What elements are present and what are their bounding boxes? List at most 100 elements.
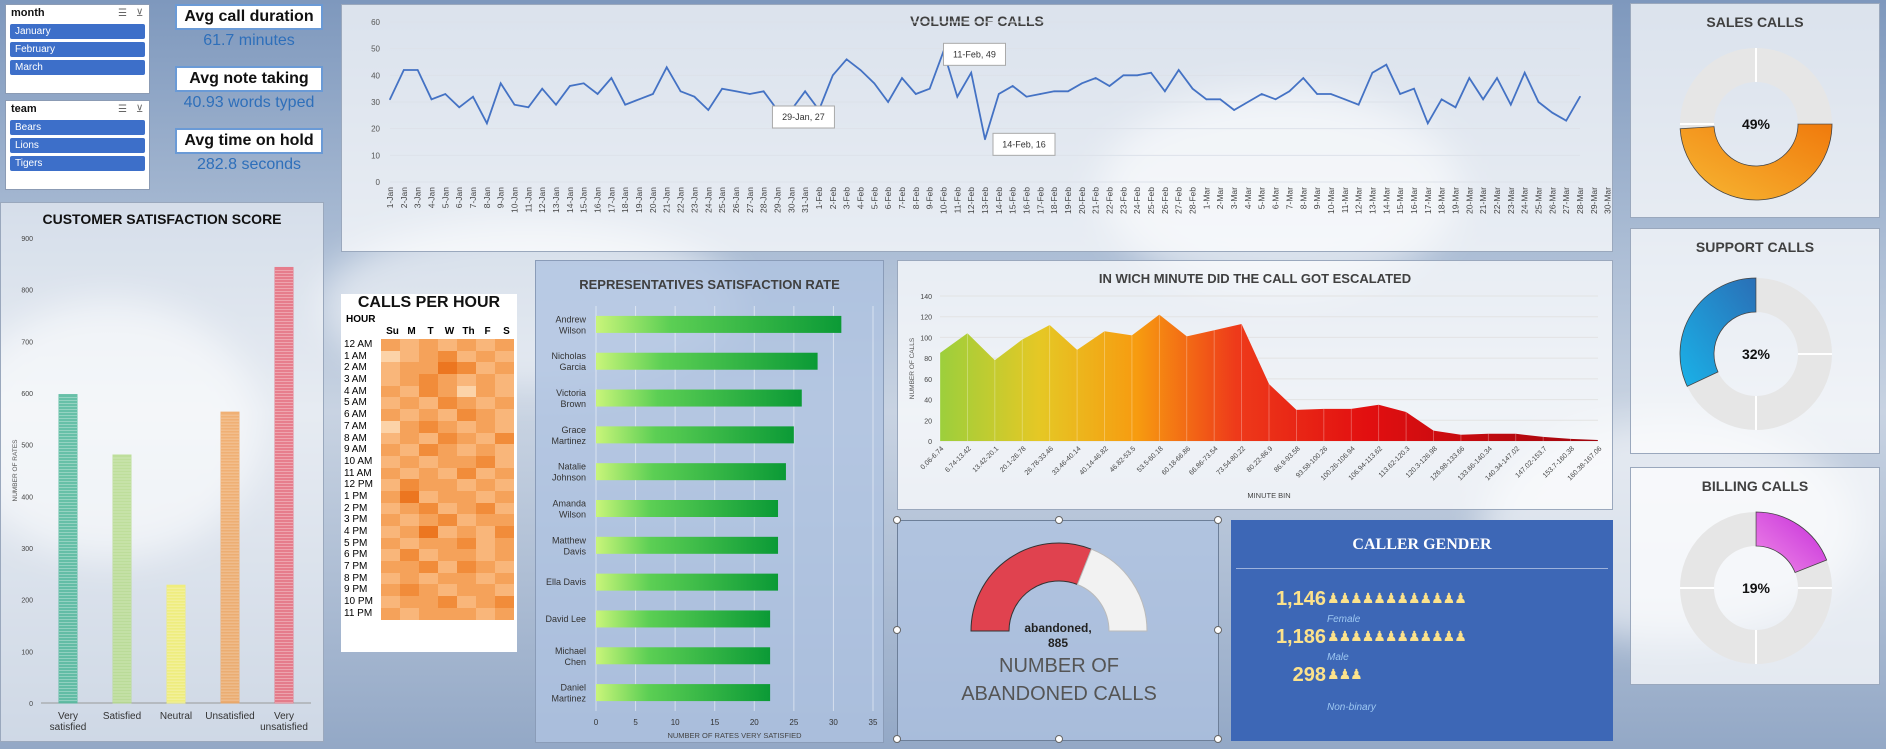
heatmap-cell	[400, 339, 419, 351]
x-tick-label: 23-Feb	[1118, 187, 1128, 214]
resize-handle[interactable]	[893, 516, 901, 524]
x-tick-label: 20-Mar	[1464, 187, 1474, 214]
y-tick-label: 900	[21, 236, 33, 243]
heatmap-cell	[476, 362, 495, 375]
heatmap-cell	[381, 514, 400, 526]
donut-value-arc	[1679, 277, 1757, 387]
data-point	[582, 82, 585, 85]
kpi-value: 40.93 words typed	[183, 94, 315, 111]
heatmap-cell	[476, 385, 495, 398]
billing-calls-panel[interactable]: BILLING CALLS 19%	[1630, 467, 1880, 685]
month-slicer[interactable]: month ☰ ⊻ January February March	[5, 4, 150, 94]
x-tick-label: 18-Jan	[620, 187, 630, 213]
heatmap-cell	[476, 420, 495, 433]
x-tick-label: 6-Jan	[454, 187, 464, 209]
data-point	[679, 90, 682, 93]
heatmap-cell	[381, 350, 400, 363]
resize-handle[interactable]	[893, 626, 901, 634]
heatmap-cell	[381, 420, 400, 433]
data-point	[1357, 103, 1360, 106]
heatmap-cell	[381, 549, 400, 562]
reps-panel[interactable]: REPRESENTATIVES SATISFACTION RATE 0 5 10 15…	[535, 260, 884, 743]
person-icons: ♟♟♟♟♟♟♟♟♟♟♟♟	[1327, 590, 1467, 607]
x-tick-label: 9-Feb	[925, 187, 935, 209]
heatmap-cell	[476, 397, 495, 410]
heatmap-cell	[419, 514, 438, 526]
heatmap-cell	[419, 362, 438, 375]
x-tick-label: 7-Mar	[1284, 187, 1294, 209]
gender-panel[interactable]: CALLER GENDER 1,146 ♟♟♟♟♟♟♟♟♟♟♟♟ Female 1,1…	[1231, 520, 1613, 741]
heatmap-cell	[457, 502, 476, 515]
person-icon: ♟	[1350, 628, 1363, 644]
sales-calls-panel[interactable]: SALES CALLS 49%	[1630, 3, 1880, 218]
slicer-item-january[interactable]: January	[10, 24, 145, 39]
heatmap-cell	[400, 444, 419, 456]
calls-per-hour-panel[interactable]: CALLS PER HOUR HOUR Su M T W Th F S 12 AM 1 AM 2…	[341, 294, 517, 652]
x-tick-label: 13-Mar	[1367, 187, 1377, 214]
escalation-panel[interactable]: IN WICH MINUTE DID THE CALL GOT ESCALATE…	[897, 260, 1613, 510]
heatmap-cell	[381, 397, 400, 410]
x-tick-label: 20-Jan	[648, 187, 658, 213]
multi-select-icon[interactable]: ☰	[118, 104, 127, 115]
csat-panel[interactable]: CUSTOMER SATISFACTION SCORE 0 100 200 300 40…	[0, 202, 324, 742]
heatmap-cell	[495, 409, 514, 421]
data-point	[486, 122, 488, 125]
slicer-item-tigers[interactable]: Tigers	[10, 156, 145, 171]
multi-select-icon[interactable]: ☰	[118, 8, 127, 19]
heatmap-cell	[495, 526, 514, 538]
resize-handle[interactable]	[893, 735, 901, 743]
resize-handle[interactable]	[1214, 735, 1222, 743]
heatmap-hour-label: 11 PM	[341, 607, 381, 620]
person-icon: ♟	[1327, 590, 1340, 606]
person-icon: ♟	[1361, 628, 1375, 644]
data-point	[1440, 98, 1443, 101]
resize-handle[interactable]	[1055, 735, 1063, 743]
x-tick-label: 20.1-26.78	[999, 445, 1028, 474]
clear-filter-icon[interactable]: ⊻	[136, 104, 143, 115]
x-tick-label: Satisfied	[103, 711, 141, 722]
slicer-item-bears[interactable]: Bears	[10, 120, 145, 135]
data-point	[1565, 119, 1567, 122]
x-tick-label: 29-Mar	[1589, 187, 1599, 214]
person-icon: ♟	[1373, 628, 1386, 644]
heatmap-cell	[381, 467, 400, 480]
x-tick-label: 14-Feb	[994, 187, 1004, 214]
person-icon: ♟	[1373, 590, 1386, 606]
heatmap-cell	[476, 572, 495, 585]
resize-handle[interactable]	[1214, 626, 1222, 634]
heatmap-cell	[495, 397, 514, 410]
slicer-item-february[interactable]: February	[10, 42, 145, 57]
person-icon: ♟	[1431, 628, 1444, 644]
heatmap-cell	[381, 596, 400, 608]
resize-handle[interactable]	[1214, 516, 1222, 524]
data-point	[389, 98, 391, 101]
heatmap-cell	[457, 420, 476, 433]
volume-chart-panel[interactable]: VOLUME OF CALLS 0 10 20 30 40 50 60 1-Jan 2-Jan 3…	[341, 4, 1613, 252]
slicer-item-lions[interactable]: Lions	[10, 138, 145, 153]
heatmap-cell	[400, 479, 419, 491]
data-point	[1205, 98, 1208, 101]
clear-filter-icon[interactable]: ⊻	[136, 8, 143, 19]
heatmap-cell	[419, 444, 438, 456]
slicer-item-march[interactable]: March	[10, 60, 145, 75]
heatmap-day-header: W	[444, 326, 455, 337]
rep-bar	[596, 463, 786, 481]
heatmap-cell	[400, 467, 419, 480]
abandoned-panel[interactable]: abandoned, 885 NUMBER OF ABANDONED CALLS	[893, 516, 1222, 743]
x-tick-label: 30-Jan	[786, 187, 796, 213]
heatmap-cell	[476, 526, 495, 538]
x-tick-label: 5	[633, 718, 638, 727]
heatmap-corner: HOUR	[346, 314, 376, 325]
heatmap-row: 10 AM	[341, 455, 514, 468]
support-calls-panel[interactable]: SUPPORT CALLS 32%	[1630, 228, 1880, 454]
x-tick-label: 10-Mar	[1326, 187, 1336, 214]
heatmap-cell	[495, 339, 514, 351]
heatmap-cell	[419, 409, 438, 421]
team-slicer[interactable]: team ☰ ⊻ Bears Lions Tigers	[5, 100, 150, 190]
resize-handle[interactable]	[1055, 516, 1063, 524]
heatmap-row: 11 AM	[341, 467, 514, 480]
heatmap-row: 6 PM	[341, 549, 514, 562]
person-icon: ♟	[1419, 628, 1433, 644]
heatmap-cell	[381, 572, 400, 585]
x-tick-label: 11-Jan	[523, 187, 533, 213]
